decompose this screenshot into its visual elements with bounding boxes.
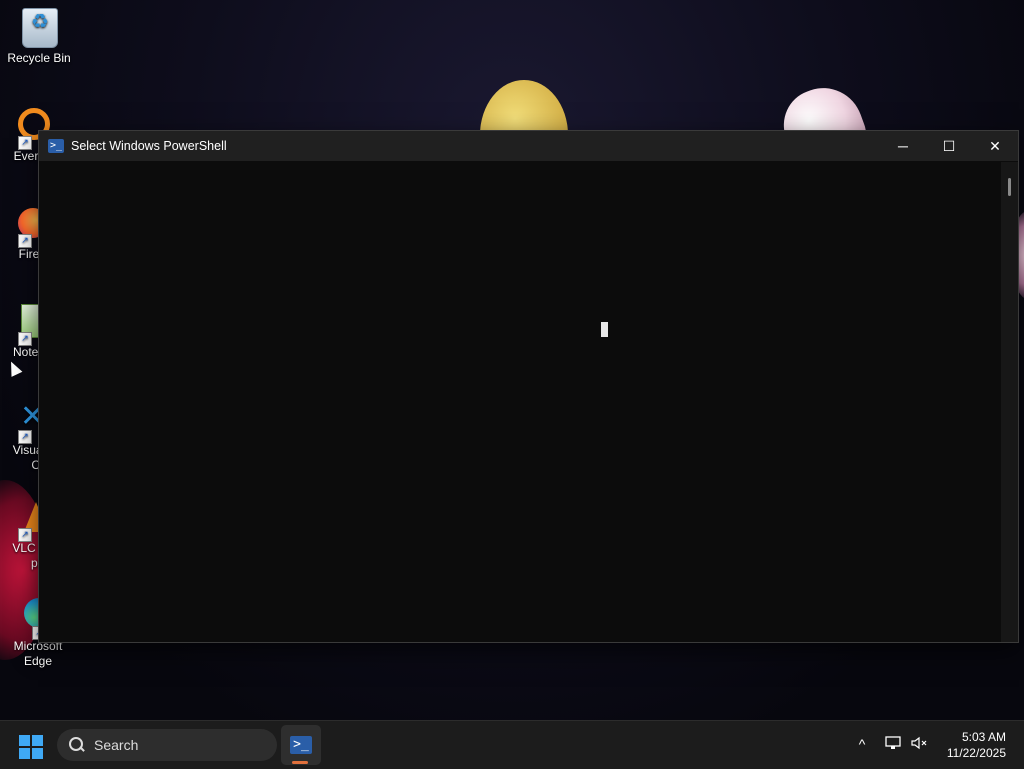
shortcut-arrow-icon: ↗ bbox=[18, 136, 32, 150]
system-clock[interactable]: 5:03 AM 11/22/2025 bbox=[947, 729, 1006, 761]
vertical-scrollbar[interactable] bbox=[1001, 162, 1018, 642]
network-icon[interactable] bbox=[884, 736, 902, 753]
search-icon bbox=[68, 736, 86, 754]
recycle-bin-icon bbox=[19, 8, 59, 48]
clock-time: 5:03 AM bbox=[961, 730, 1006, 744]
powershell-icon: >_ bbox=[290, 736, 312, 754]
maximize-button[interactable]: ☐ bbox=[926, 131, 972, 161]
shortcut-arrow-icon: ↗ bbox=[18, 528, 32, 542]
chevron-up-icon[interactable]: ^ bbox=[853, 736, 871, 752]
volume-muted-icon[interactable] bbox=[910, 736, 928, 753]
start-button[interactable] bbox=[19, 735, 43, 759]
desktop-icon-label: Recycle Bin bbox=[7, 51, 71, 65]
shortcut-arrow-icon: ↗ bbox=[18, 332, 32, 346]
minimize-button[interactable]: ─ bbox=[880, 131, 926, 161]
desktop-icon-recycle-bin[interactable]: Recycle Bin bbox=[1, 8, 77, 66]
clock-date: 11/22/2025 bbox=[946, 746, 1006, 760]
text-cursor bbox=[601, 322, 608, 337]
active-app-indicator bbox=[292, 761, 308, 764]
taskbar: Search >_ ^ 5:03 AM 11/22/2025 bbox=[0, 720, 1024, 769]
terminal-content[interactable] bbox=[39, 162, 1000, 642]
powershell-window[interactable]: >_ Select Windows PowerShell ─ ☐ ✕ bbox=[38, 130, 1019, 643]
close-button[interactable]: ✕ bbox=[972, 131, 1018, 161]
taskbar-search-box[interactable]: Search bbox=[57, 729, 277, 761]
shortcut-arrow-icon: ↗ bbox=[18, 234, 32, 248]
desktop-icon-label-line2: Edge bbox=[23, 654, 53, 668]
scrollbar-thumb[interactable] bbox=[1008, 178, 1011, 196]
window-titlebar[interactable]: >_ Select Windows PowerShell ─ ☐ ✕ bbox=[39, 131, 1018, 161]
search-placeholder: Search bbox=[94, 737, 139, 753]
powershell-icon: >_ bbox=[48, 139, 64, 153]
taskbar-app-powershell[interactable]: >_ bbox=[281, 725, 321, 765]
shortcut-arrow-icon: ↗ bbox=[18, 430, 32, 444]
windows-logo-icon bbox=[19, 735, 30, 746]
window-title: Select Windows PowerShell bbox=[71, 139, 227, 153]
